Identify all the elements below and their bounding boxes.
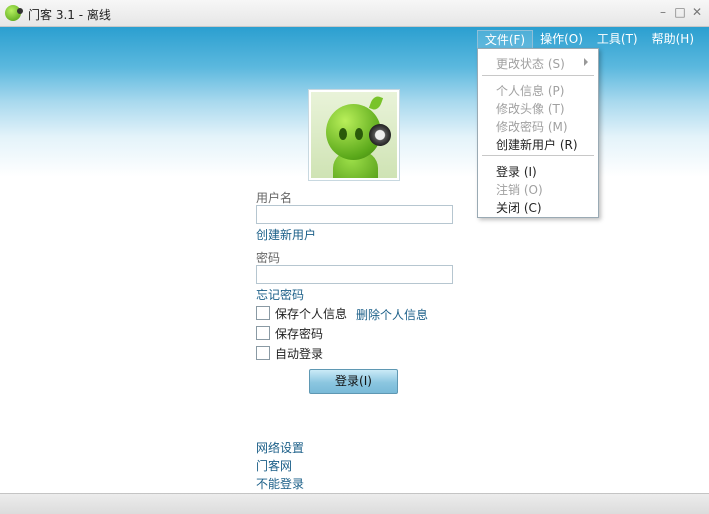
menu-personal-info[interactable]: 个人信息 (P) xyxy=(496,82,564,99)
menu-change-password[interactable]: 修改密码 (M) xyxy=(496,118,568,135)
login-button[interactable]: 登录(I) xyxy=(309,369,398,394)
menke-site-link[interactable]: 门客网 xyxy=(256,457,292,474)
menu-change-status[interactable]: 更改状态 (S) xyxy=(496,55,565,72)
menu-help[interactable]: 帮助(H) xyxy=(645,30,701,50)
username-field-box xyxy=(256,205,453,224)
save-profile-row: 保存个人信息 xyxy=(256,305,347,321)
menu-file[interactable]: 文件(F) xyxy=(476,30,534,50)
save-password-label: 保存密码 xyxy=(275,326,324,341)
title-bar: 门客 3.1 - 离线 – □ ✕ xyxy=(0,0,709,27)
menu-close[interactable]: 关闭 (C) xyxy=(496,199,542,216)
menu-change-avatar[interactable]: 修改头像 (T) xyxy=(496,100,565,117)
delete-profile-link[interactable]: 删除个人信息 xyxy=(356,306,428,323)
menu-create-user[interactable]: 创建新用户 (R) xyxy=(496,136,578,153)
menu-separator xyxy=(482,155,594,156)
minimize-icon[interactable]: – xyxy=(656,5,670,19)
password-field-box xyxy=(256,265,453,284)
save-password-checkbox[interactable] xyxy=(256,326,270,340)
maximize-icon[interactable]: □ xyxy=(673,5,687,19)
create-user-link[interactable]: 创建新用户 xyxy=(256,226,316,243)
status-bar xyxy=(0,493,709,514)
menu-login[interactable]: 登录 (I) xyxy=(496,163,537,180)
close-icon[interactable]: ✕ xyxy=(690,5,704,19)
menu-bar: 文件(F) 操作(O) 工具(T) 帮助(H) xyxy=(476,30,701,50)
forgot-password-link[interactable]: 忘记密码 xyxy=(256,286,304,303)
auto-login-row: 自动登录 xyxy=(256,345,323,361)
username-input[interactable] xyxy=(257,206,452,223)
app-logo-icon xyxy=(5,5,23,21)
save-password-row: 保存密码 xyxy=(256,325,323,341)
menu-tools[interactable]: 工具(T) xyxy=(590,30,645,50)
network-settings-link[interactable]: 网络设置 xyxy=(256,439,304,456)
alien-avatar-icon xyxy=(311,92,397,178)
file-menu-dropdown: 更改状态 (S) 个人信息 (P) 修改头像 (T) 修改密码 (M) 创建新用… xyxy=(477,48,599,218)
password-input[interactable] xyxy=(257,266,452,283)
auto-login-checkbox[interactable] xyxy=(256,346,270,360)
save-profile-checkbox[interactable] xyxy=(256,306,270,320)
username-label: 用户名 xyxy=(256,191,293,205)
window-title: 门客 3.1 - 离线 xyxy=(28,8,111,22)
auto-login-label: 自动登录 xyxy=(275,346,324,361)
save-profile-label: 保存个人信息 xyxy=(275,306,348,321)
menu-separator xyxy=(482,75,594,76)
cannot-login-link[interactable]: 不能登录 xyxy=(256,475,304,492)
avatar xyxy=(308,89,400,181)
menu-action[interactable]: 操作(O) xyxy=(533,30,590,50)
password-label: 密码 xyxy=(256,251,281,265)
submenu-arrow-icon xyxy=(584,58,588,66)
menu-logout[interactable]: 注销 (O) xyxy=(496,181,543,198)
